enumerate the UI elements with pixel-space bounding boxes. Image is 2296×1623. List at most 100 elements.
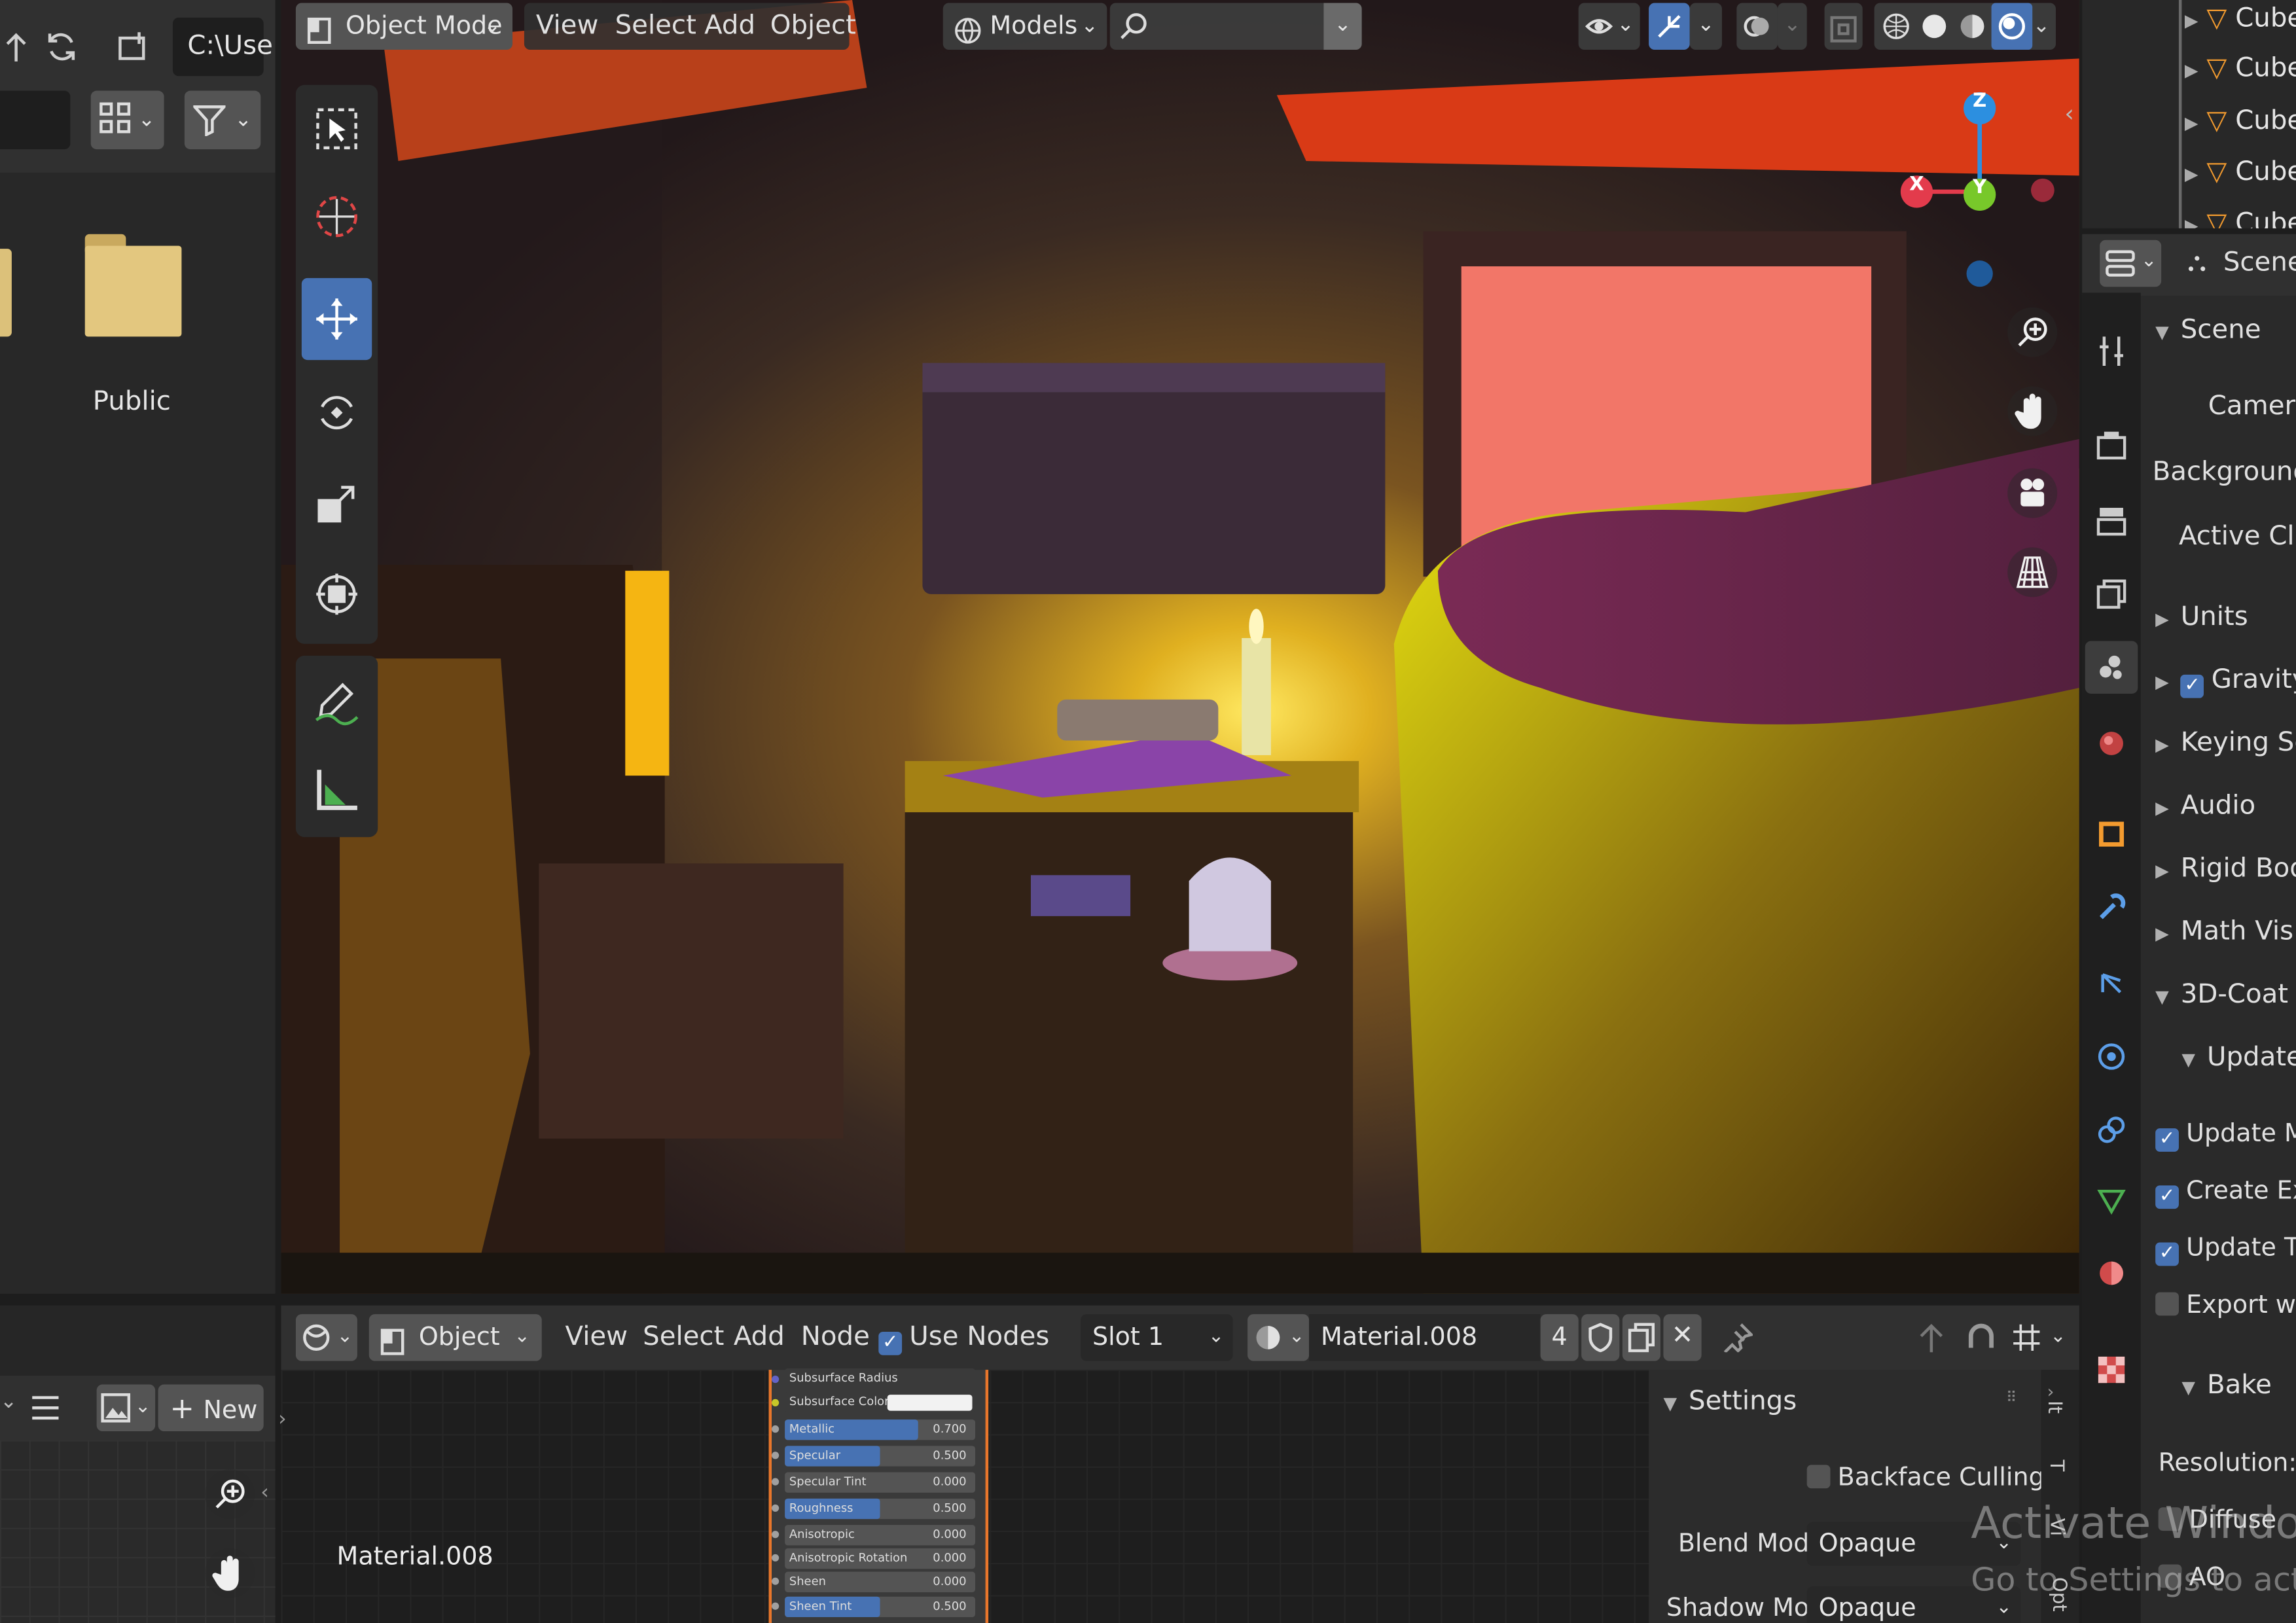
chevron-down-icon[interactable]: ⌄: [2033, 3, 2050, 50]
data-tab-icon[interactable]: [2091, 1179, 2132, 1221]
rendered-shading-icon[interactable]: [1991, 3, 2033, 50]
sidebar-toggle-icon[interactable]: ‹: [260, 1481, 269, 1505]
pan-hand-icon[interactable]: [205, 1548, 255, 1598]
display-mode-button[interactable]: ⌄: [90, 90, 164, 150]
panel-update[interactable]: ▼ Update: [2181, 1036, 2296, 1081]
transform-tool-icon[interactable]: [302, 553, 372, 635]
menu-add[interactable]: Add: [704, 1, 755, 51]
subsurface-color-swatch[interactable]: [887, 1395, 973, 1411]
node-row[interactable]: Sheen 0.000: [785, 1571, 975, 1592]
navigation-gizmo[interactable]: Z X Y: [1892, 79, 2067, 298]
editor-type-button[interactable]: ⌄: [295, 1314, 357, 1361]
create-extra-option[interactable]: ✓ Create Extr: [2155, 1169, 2296, 1213]
filter-button[interactable]: ⌄: [184, 90, 261, 150]
outliner-item[interactable]: ▶ ▽ Cube: [2185, 97, 2296, 147]
material-tab-icon[interactable]: [2091, 1253, 2132, 1294]
image-canvas[interactable]: ‹: [0, 1440, 276, 1623]
socket-icon[interactable]: [772, 1425, 780, 1433]
zoom-icon[interactable]: [2007, 307, 2058, 357]
node-row[interactable]: Subsurface Radius: [785, 1368, 975, 1389]
parent-dir-icon[interactable]: [0, 20, 32, 73]
menu-object[interactable]: Object: [770, 1, 856, 51]
gravity-checkbox[interactable]: ✓: [2180, 674, 2204, 698]
search-field[interactable]: [0, 90, 71, 150]
render-tab-icon[interactable]: [2091, 424, 2132, 465]
panel-rigid-body[interactable]: ▶Rigid Body: [2155, 847, 2296, 893]
measure-tool-icon[interactable]: [302, 749, 372, 831]
export-with-checkbox[interactable]: [2155, 1292, 2179, 1316]
node-row[interactable]: Anisotropic 0.000: [785, 1525, 975, 1546]
update-mesh-checkbox[interactable]: ✓: [2155, 1128, 2179, 1152]
menu-select[interactable]: Select: [643, 1313, 724, 1363]
socket-icon[interactable]: [772, 1531, 780, 1539]
sidebar-tab[interactable]: T: [2045, 1460, 2067, 1472]
move-tool-icon[interactable]: [301, 277, 372, 361]
update-mesh-option[interactable]: ✓ Update Mes: [2155, 1113, 2296, 1156]
wireframe-shading-icon[interactable]: [1877, 6, 1915, 47]
new-folder-icon[interactable]: [105, 20, 158, 73]
update-textures-checkbox[interactable]: ✓: [2155, 1242, 2179, 1266]
socket-icon[interactable]: [772, 1577, 780, 1585]
editor-type-button[interactable]: ⌄: [2100, 240, 2162, 287]
use-nodes-toggle[interactable]: ✓ Use Nodes: [878, 1315, 1049, 1359]
mode-selector[interactable]: Object Mode ⌄: [295, 3, 513, 50]
pivot-search-field[interactable]: ⌄: [1109, 3, 1362, 50]
solid-shading-icon[interactable]: [1915, 6, 1953, 47]
socket-icon[interactable]: [772, 1452, 780, 1459]
outliner-item[interactable]: ▶ ▽ Cube: [2185, 0, 2296, 44]
user-count[interactable]: 4: [1540, 1314, 1579, 1361]
duplicate-material-button[interactable]: [1622, 1314, 1660, 1361]
gizmo-dropdown[interactable]: ⌄: [1689, 3, 1722, 50]
camera-view-icon[interactable]: [2007, 468, 2058, 518]
output-tab-icon[interactable]: [2091, 501, 2132, 542]
menu-view[interactable]: View: [536, 1, 599, 51]
snap-icon[interactable]: [1959, 1314, 2003, 1361]
select-box-tool-icon[interactable]: [302, 88, 372, 169]
panel-gravity[interactable]: ▶✓Gravity: [2155, 658, 2296, 704]
panel-math-vis[interactable]: ▶Math Vis C: [2155, 910, 2296, 955]
drag-handle-icon[interactable]: ⠿: [2006, 1390, 2017, 1406]
modifier-tab-icon[interactable]: [2091, 887, 2132, 928]
socket-icon[interactable]: [772, 1478, 780, 1486]
use-nodes-checkbox[interactable]: ✓: [878, 1331, 903, 1355]
expand-icon[interactable]: ›: [278, 1408, 287, 1431]
rotate-tool-icon[interactable]: [302, 372, 372, 454]
zoom-icon[interactable]: [205, 1469, 255, 1520]
socket-icon[interactable]: [772, 1504, 780, 1512]
material-shading-icon[interactable]: [1953, 6, 1991, 47]
node-row[interactable]: Roughness 0.500: [785, 1498, 975, 1520]
node-row[interactable]: Specular Tint 0.000: [785, 1472, 975, 1493]
export-with-option[interactable]: Export with: [2155, 1283, 2296, 1327]
socket-icon[interactable]: [772, 1376, 780, 1383]
perspective-grid-icon[interactable]: [2007, 547, 2058, 597]
visibility-selector[interactable]: ⌄: [1578, 3, 1640, 50]
physics-tab-icon[interactable]: [2091, 1036, 2132, 1077]
node-row[interactable]: Specular 0.500: [785, 1446, 975, 1467]
slot-selector[interactable]: Slot 1 ⌄: [1081, 1314, 1233, 1361]
overlays-toggle[interactable]: [1736, 3, 1778, 50]
fake-user-button[interactable]: [1581, 1314, 1620, 1361]
menu-icon[interactable]: [24, 1384, 67, 1431]
annotate-tool-icon[interactable]: [302, 662, 372, 743]
new-image-button[interactable]: + New: [158, 1384, 264, 1432]
tool-tab-icon[interactable]: [2091, 330, 2132, 372]
node-row[interactable]: Sheen Tint 0.500: [785, 1596, 975, 1618]
menu-node[interactable]: Node: [801, 1313, 870, 1363]
panel-units[interactable]: ▶ Units: [2155, 596, 2248, 641]
menu-add[interactable]: Add: [734, 1313, 785, 1363]
view-layer-tab-icon[interactable]: [2091, 574, 2132, 615]
constraints-tab-icon[interactable]: [2091, 1109, 2132, 1150]
image-browse-button[interactable]: ⌄: [96, 1384, 156, 1432]
create-extra-checkbox[interactable]: ✓: [2155, 1185, 2179, 1209]
world-tab-icon[interactable]: [2091, 723, 2132, 764]
sidebar-toggle-icon[interactable]: ‹: [2064, 99, 2073, 127]
material-browse-button[interactable]: ⌄: [1247, 1314, 1310, 1361]
object-tab-icon[interactable]: [2091, 813, 2132, 855]
chevron-down-icon[interactable]: ⌄: [0, 1390, 17, 1414]
menu-view[interactable]: View: [565, 1313, 628, 1363]
scene-tab-icon[interactable]: [2085, 641, 2138, 694]
texture-tab-icon[interactable]: [2091, 1349, 2132, 1391]
scale-tool-icon[interactable]: [302, 463, 372, 544]
outliner-item[interactable]: ▶ ▽ Cube: [2185, 44, 2296, 94]
backface-culling-checkbox[interactable]: [1806, 1465, 1831, 1489]
